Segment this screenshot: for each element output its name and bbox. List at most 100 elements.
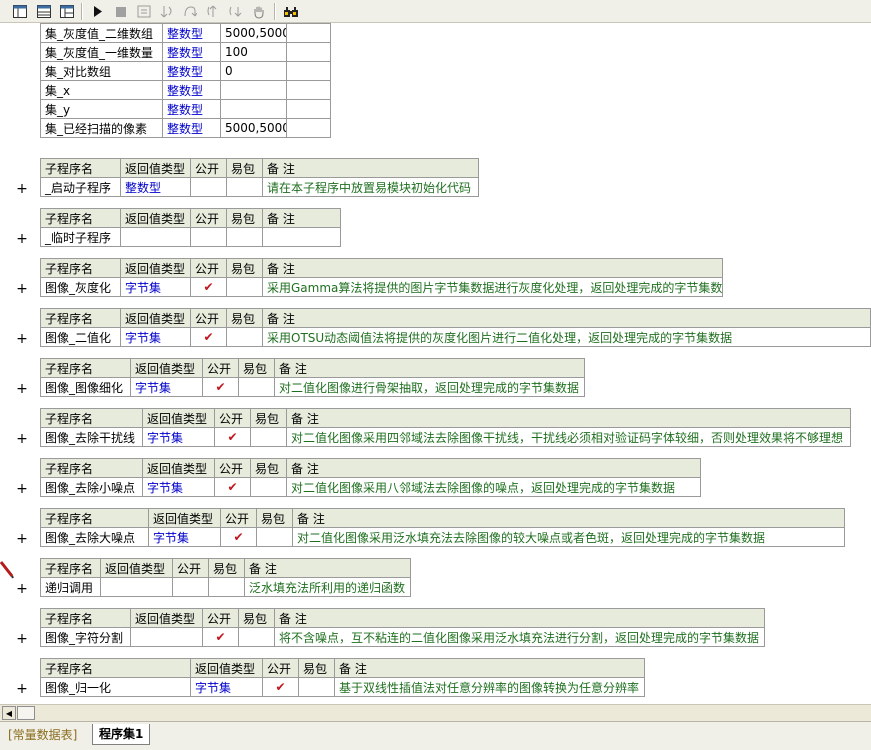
subroutine-note-cell[interactable]: 基于双线性插值法对任意分辨率的图像转换为任意分辨率 <box>334 677 645 697</box>
subroutine-easy-pack-cell[interactable] <box>298 677 335 697</box>
variable-extra-cell[interactable] <box>286 80 331 100</box>
variable-name-cell[interactable]: 集_灰度值_二维数组 <box>40 23 163 43</box>
header-note[interactable]: 备 注 <box>262 258 723 278</box>
variable-value-cell[interactable] <box>220 80 287 100</box>
variable-value-cell[interactable] <box>220 99 287 119</box>
subroutine-easy-pack-cell[interactable] <box>208 577 245 597</box>
header-name[interactable]: 子程序名 <box>40 508 149 528</box>
header-note[interactable]: 备 注 <box>292 508 845 528</box>
subroutine-name-cell[interactable]: 图像_去除大噪点 <box>40 527 149 547</box>
variable-type-cell[interactable]: 整数型 <box>162 99 221 119</box>
expand-icon[interactable]: + <box>16 532 28 546</box>
header-easy-pack[interactable]: 易包 <box>208 558 245 578</box>
subroutine-easy-pack-cell[interactable] <box>250 477 287 497</box>
header-easy-pack[interactable]: 易包 <box>226 308 263 328</box>
variable-type-cell[interactable]: 整数型 <box>162 42 221 62</box>
subroutine-name-cell[interactable]: 图像_灰度化 <box>40 277 121 297</box>
header-public[interactable]: 公开 <box>172 558 209 578</box>
expand-icon[interactable]: + <box>16 632 28 646</box>
subroutine-easy-pack-cell[interactable] <box>238 627 275 647</box>
hand-icon[interactable] <box>250 3 268 20</box>
subroutine-name-cell[interactable]: 递归调用 <box>40 577 101 597</box>
subroutine-return-type-cell[interactable]: 字节集 <box>190 677 263 697</box>
tab-module[interactable]: 程序集1 <box>92 724 151 745</box>
header-name[interactable]: 子程序名 <box>40 358 131 378</box>
variable-name-cell[interactable]: 集_已经扫描的像素 <box>40 118 163 138</box>
subroutine-name-cell[interactable]: 图像_去除小噪点 <box>40 477 143 497</box>
header-name[interactable]: 子程序名 <box>40 658 191 678</box>
subroutine-return-type-cell[interactable]: 字节集 <box>142 477 215 497</box>
subroutine-note-cell[interactable]: 泛水填充法所利用的递归函数 <box>244 577 411 597</box>
subroutine-return-type-cell[interactable]: 字节集 <box>148 527 221 547</box>
subroutine-public-cell[interactable] <box>190 177 227 197</box>
header-note[interactable]: 备 注 <box>262 158 479 178</box>
header-name[interactable]: 子程序名 <box>40 158 121 178</box>
split-view-icon[interactable] <box>58 3 76 20</box>
header-return-type[interactable]: 返回值类型 <box>142 458 215 478</box>
subroutine-return-type-cell[interactable]: 字节集 <box>142 427 215 447</box>
horizontal-scrollbar[interactable]: ◀ <box>0 704 871 721</box>
subroutine-easy-pack-cell[interactable] <box>226 327 263 347</box>
subroutine-name-cell[interactable]: 图像_归一化 <box>40 677 191 697</box>
expand-icon[interactable]: + <box>16 182 28 196</box>
subroutine-public-cell[interactable]: ✔ <box>202 377 239 397</box>
subroutine-note-cell[interactable]: 对二值化图像进行骨架抽取，返回处理完成的字节集数据 <box>274 377 585 397</box>
variable-type-cell[interactable]: 整数型 <box>162 118 221 138</box>
header-note[interactable]: 备 注 <box>244 558 411 578</box>
subroutine-name-cell[interactable]: _临时子程序 <box>40 227 121 247</box>
subroutine-name-cell[interactable]: 图像_图像细化 <box>40 377 131 397</box>
header-note[interactable]: 备 注 <box>334 658 645 678</box>
header-easy-pack[interactable]: 易包 <box>226 258 263 278</box>
header-return-type[interactable]: 返回值类型 <box>120 208 191 228</box>
step-into-icon[interactable] <box>158 3 176 20</box>
header-easy-pack[interactable]: 易包 <box>226 208 263 228</box>
subroutine-public-cell[interactable] <box>172 577 209 597</box>
header-return-type[interactable]: 返回值类型 <box>130 608 203 628</box>
subroutine-name-cell[interactable]: 图像_去除干扰线 <box>40 427 143 447</box>
header-name[interactable]: 子程序名 <box>40 208 121 228</box>
header-name[interactable]: 子程序名 <box>40 608 131 628</box>
header-name[interactable]: 子程序名 <box>40 408 143 428</box>
subroutine-easy-pack-cell[interactable] <box>238 377 275 397</box>
subroutine-note-cell[interactable]: 采用Gamma算法将提供的图片字节集数据进行灰度化处理，返回处理完成的字节集数据 <box>262 277 723 297</box>
tab-constants[interactable]: [常量数据表] <box>4 726 81 744</box>
header-easy-pack[interactable]: 易包 <box>238 358 275 378</box>
subroutine-note-cell[interactable]: 请在本子程序中放置易模块初始化代码 <box>262 177 479 197</box>
subroutine-public-cell[interactable]: ✔ <box>214 427 251 447</box>
subroutine-note-cell[interactable]: 对二值化图像采用八邻域法去除图像的噪点，返回处理完成的字节集数据 <box>286 477 701 497</box>
subroutine-note-cell[interactable]: 采用OTSU动态阈值法将提供的灰度化图片进行二值化处理，返回处理完成的字节集数据 <box>262 327 871 347</box>
scroll-left-arrow-icon[interactable]: ◀ <box>2 706 16 720</box>
subroutine-name-cell[interactable]: 图像_二值化 <box>40 327 121 347</box>
header-return-type[interactable]: 返回值类型 <box>190 658 263 678</box>
expand-icon[interactable]: + <box>16 482 28 496</box>
subroutine-note-cell[interactable]: 对二值化图像采用四邻域法去除图像干扰线，干扰线必须相对验证码字体较细，否则处理效… <box>286 427 851 447</box>
header-easy-pack[interactable]: 易包 <box>298 658 335 678</box>
expand-icon[interactable]: + <box>16 682 28 696</box>
expand-icon[interactable]: + <box>16 432 28 446</box>
header-public[interactable]: 公开 <box>190 208 227 228</box>
subroutine-public-cell[interactable]: ✔ <box>202 627 239 647</box>
expand-icon[interactable]: + <box>16 232 28 246</box>
variable-value-cell[interactable]: 100 <box>220 42 287 62</box>
header-public[interactable]: 公开 <box>202 358 239 378</box>
subroutine-public-cell[interactable] <box>190 227 227 247</box>
variable-type-cell[interactable]: 整数型 <box>162 80 221 100</box>
header-name[interactable]: 子程序名 <box>40 308 121 328</box>
run-to-cursor-icon[interactable] <box>227 3 245 20</box>
header-public[interactable]: 公开 <box>202 608 239 628</box>
header-return-type[interactable]: 返回值类型 <box>142 408 215 428</box>
expand-icon[interactable]: + <box>16 332 28 346</box>
subroutine-note-cell[interactable] <box>262 227 341 247</box>
header-easy-pack[interactable]: 易包 <box>250 458 287 478</box>
header-return-type[interactable]: 返回值类型 <box>120 158 191 178</box>
subroutine-public-cell[interactable]: ✔ <box>214 477 251 497</box>
step-icon[interactable] <box>135 3 153 20</box>
subroutine-note-cell[interactable]: 将不含噪点，互不粘连的二值化图像采用泛水填充法进行分割，返回处理完成的字节集数据 <box>274 627 765 647</box>
header-public[interactable]: 公开 <box>190 158 227 178</box>
header-name[interactable]: 子程序名 <box>40 558 101 578</box>
subroutine-name-cell[interactable]: 图像_字符分割 <box>40 627 131 647</box>
subroutine-note-cell[interactable]: 对二值化图像采用泛水填充法去除图像的较大噪点或者色斑，返回处理完成的字节集数据 <box>292 527 845 547</box>
header-easy-pack[interactable]: 易包 <box>256 508 293 528</box>
header-return-type[interactable]: 返回值类型 <box>100 558 173 578</box>
variable-name-cell[interactable]: 集_x <box>40 80 163 100</box>
